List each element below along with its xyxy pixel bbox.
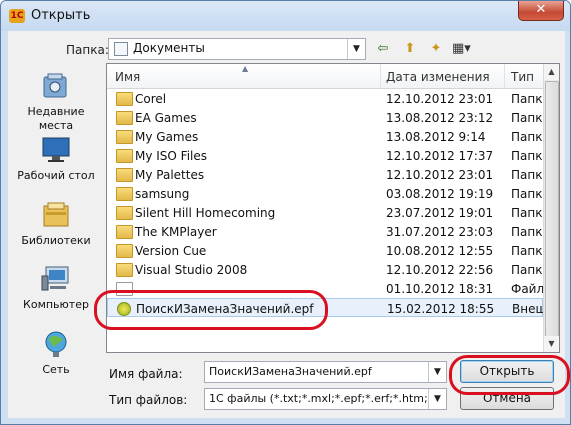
filename-value: ПоискИЗаменаЗначений.epf <box>209 365 372 378</box>
file-date: 12.10.2012 22:56 <box>386 263 494 277</box>
recent-places-icon <box>43 73 67 98</box>
current-folder: Документы <box>133 41 205 55</box>
file-name: Version Cue <box>135 244 207 258</box>
folder-icon <box>116 111 133 125</box>
place-recent[interactable]: Недавние места <box>10 71 102 133</box>
scroll-thumb[interactable] <box>545 81 559 337</box>
file-row[interactable]: My ISO Files 12.10.2012 17:37 Папка <box>107 146 550 165</box>
title-bar: 1С Открыть ✕ <box>1 1 570 31</box>
file-row[interactable]: EA Games 13.08.2012 23:12 Папка <box>107 108 550 127</box>
app-1c-icon: 1С <box>9 9 25 23</box>
file-name: The KMPlayer <box>135 225 217 239</box>
file-list-header: ▲ Имя Дата изменения Тип <box>107 64 559 89</box>
folder-icon <box>116 263 133 277</box>
places-bar: Недавние места Рабочий стол Библиотеки К… <box>10 63 102 413</box>
folder-up-icon[interactable]: ⬆ <box>400 40 420 58</box>
column-divider[interactable] <box>504 64 505 88</box>
folder-icon <box>116 206 133 220</box>
file-date: 13.08.2012 9:14 <box>386 130 486 144</box>
documents-folder-icon <box>114 42 128 56</box>
file-date: 31.07.2012 23:03 <box>386 225 494 239</box>
views-menu-icon[interactable]: ▦▾ <box>452 40 482 58</box>
place-label: Недавние места <box>27 105 85 132</box>
place-network[interactable]: Сеть <box>10 329 102 377</box>
chevron-down-icon[interactable]: ▼ <box>428 362 446 382</box>
file-name: Visual Studio 2008 <box>135 263 248 277</box>
place-libraries[interactable]: Библиотеки <box>10 200 102 248</box>
folder-icon <box>116 187 133 201</box>
file-name: My Games <box>135 130 199 144</box>
file-date: 12.10.2012 23:01 <box>386 92 494 106</box>
folder-icon <box>116 168 133 182</box>
file-date: 03.08.2012 19:19 <box>386 187 494 201</box>
file-row[interactable]: My Palettes 12.10.2012 23:01 Папка <box>107 165 550 184</box>
column-divider[interactable] <box>380 64 381 88</box>
file-row[interactable]: samsung 03.08.2012 19:19 Папка <box>107 184 550 203</box>
file-row[interactable]: The KMPlayer 31.07.2012 23:03 Папка <box>107 222 550 241</box>
folder-combo[interactable]: Документы ▼ <box>108 38 366 60</box>
back-arrow-icon[interactable]: ⇦ <box>373 40 393 58</box>
file-date: 01.10.2012 18:31 <box>386 282 494 296</box>
new-folder-icon[interactable]: ✦ <box>426 40 446 58</box>
file-date: 23.07.2012 19:01 <box>386 206 494 220</box>
file-row[interactable]: Version Cue 10.08.2012 12:55 Папка <box>107 241 550 260</box>
place-label: Сеть <box>42 363 70 376</box>
folder-icon <box>116 225 133 239</box>
computer-icon <box>41 266 69 291</box>
folder-icon <box>116 130 133 144</box>
place-label: Библиотеки <box>21 234 91 247</box>
chevron-down-icon[interactable]: ▼ <box>428 389 446 409</box>
filetype-value: 1С файлы (*.txt;*.mxl;*.epf;*.erf;*.htm;… <box>209 392 446 405</box>
file-date: 15.02.2012 18:55 <box>387 302 495 316</box>
file-row[interactable]: My Games 13.08.2012 9:14 Папка <box>107 127 550 146</box>
sort-arrow-icon: ▲ <box>242 64 249 73</box>
place-label: Компьютер <box>23 298 89 311</box>
folder-icon <box>116 92 133 106</box>
desktop-icon <box>42 137 70 162</box>
scroll-down-icon[interactable]: ▼ <box>544 336 559 352</box>
column-date[interactable]: Дата изменения <box>386 70 490 84</box>
vertical-scrollbar[interactable]: ▲ ▼ <box>543 64 559 352</box>
column-type[interactable]: Тип <box>511 70 534 84</box>
file-name: samsung <box>135 187 190 201</box>
network-icon <box>45 331 67 357</box>
highlight-oval-open <box>449 355 570 395</box>
file-name: Silent Hill Homecoming <box>135 206 276 220</box>
place-computer[interactable]: Компьютер <box>10 264 102 312</box>
filename-label: Имя файла: <box>109 367 183 381</box>
file-row[interactable]: Corel 12.10.2012 23:01 Папка <box>107 89 550 108</box>
window-title: Открыть <box>31 8 91 23</box>
close-button[interactable]: ✕ <box>518 1 564 21</box>
folder-icon <box>116 244 133 258</box>
libraries-icon <box>43 202 69 227</box>
filename-field[interactable]: ПоискИЗаменаЗначений.epf ▼ <box>204 361 447 383</box>
folder-label: Папка: <box>66 43 109 57</box>
file-name: EA Games <box>135 111 197 125</box>
file-date: 12.10.2012 23:01 <box>386 168 494 182</box>
folder-icon <box>116 149 133 163</box>
place-desktop[interactable]: Рабочий стол <box>10 135 102 183</box>
file-name: Corel <box>135 92 167 106</box>
chevron-down-icon[interactable]: ▼ <box>347 39 365 59</box>
scroll-up-icon[interactable]: ▲ <box>544 64 559 80</box>
file-row[interactable]: Visual Studio 2008 12.10.2012 22:56 Папка <box>107 260 550 279</box>
column-name[interactable]: Имя <box>115 70 140 84</box>
file-name: My ISO Files <box>135 149 208 163</box>
file-date: 13.08.2012 23:12 <box>386 111 494 125</box>
file-row[interactable]: Silent Hill Homecoming 23.07.2012 19:01 Па… <box>107 203 550 222</box>
highlight-oval-file <box>94 290 328 330</box>
file-date: 10.08.2012 12:55 <box>386 244 494 258</box>
file-name: My Palettes <box>135 168 205 182</box>
filetype-select[interactable]: 1С файлы (*.txt;*.mxl;*.epf;*.erf;*.htm;… <box>204 388 447 410</box>
file-date: 12.10.2012 17:37 <box>386 149 494 163</box>
filetype-label: Тип файлов: <box>109 393 188 407</box>
place-label: Рабочий стол <box>17 169 95 182</box>
